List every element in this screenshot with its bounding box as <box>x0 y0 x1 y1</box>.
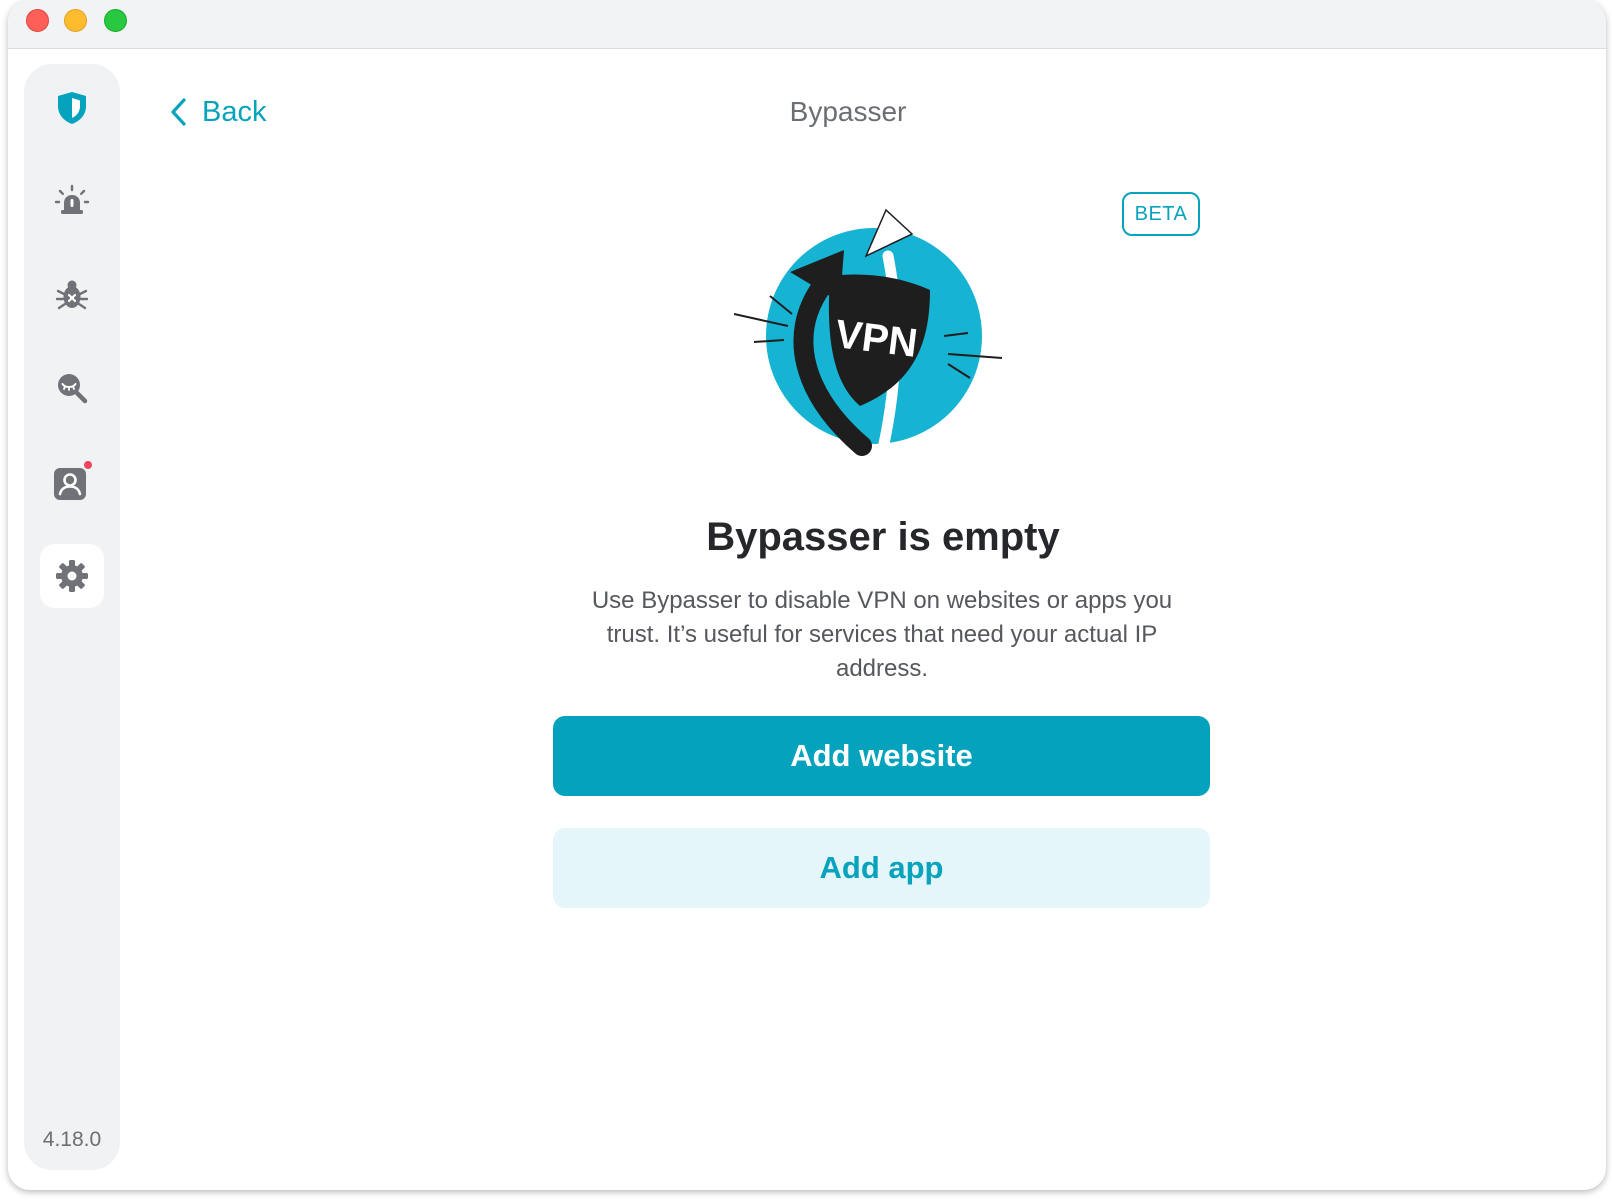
back-button[interactable]: Back <box>170 94 266 130</box>
minimize-window-button[interactable] <box>64 9 87 32</box>
sidebar-item-bug[interactable] <box>40 263 104 327</box>
sidebar-item-alarm[interactable] <box>40 170 104 234</box>
beta-badge: BETA <box>1122 192 1200 236</box>
page-title: Bypasser <box>789 96 907 127</box>
add-app-button[interactable]: Add app <box>553 828 1210 908</box>
app-version: 4.18.0 <box>42 1128 102 1151</box>
bug-icon <box>55 280 89 310</box>
sidebar: 4.18.0 <box>24 64 120 1170</box>
back-label: Back <box>202 95 267 128</box>
notification-dot <box>84 461 92 469</box>
empty-state-description: Use Bypasser to disable VPN on websites … <box>591 587 1173 682</box>
add-website-button[interactable]: Add website <box>553 716 1210 796</box>
title-bar <box>8 0 1606 49</box>
account-icon <box>54 461 92 500</box>
vpn-bypass-illustration: VPN <box>734 208 1003 456</box>
shield-icon <box>58 92 86 124</box>
sidebar-item-account[interactable] <box>40 450 104 514</box>
zoom-window-button[interactable] <box>104 9 127 32</box>
gear-icon <box>56 560 88 592</box>
close-window-button[interactable] <box>26 9 49 32</box>
empty-state-title: Bypasser is empty <box>706 515 1060 559</box>
chevron-left-icon <box>171 98 186 126</box>
sidebar-item-settings[interactable] <box>40 544 104 608</box>
sidebar-item-search[interactable] <box>40 356 104 420</box>
eye-search-icon <box>58 374 88 404</box>
app-window: 4.18.0 Back Bypasser BETA VPN Bypasser i… <box>8 0 1606 1190</box>
alarm-icon <box>54 184 90 214</box>
sidebar-item-shield[interactable] <box>40 76 104 140</box>
